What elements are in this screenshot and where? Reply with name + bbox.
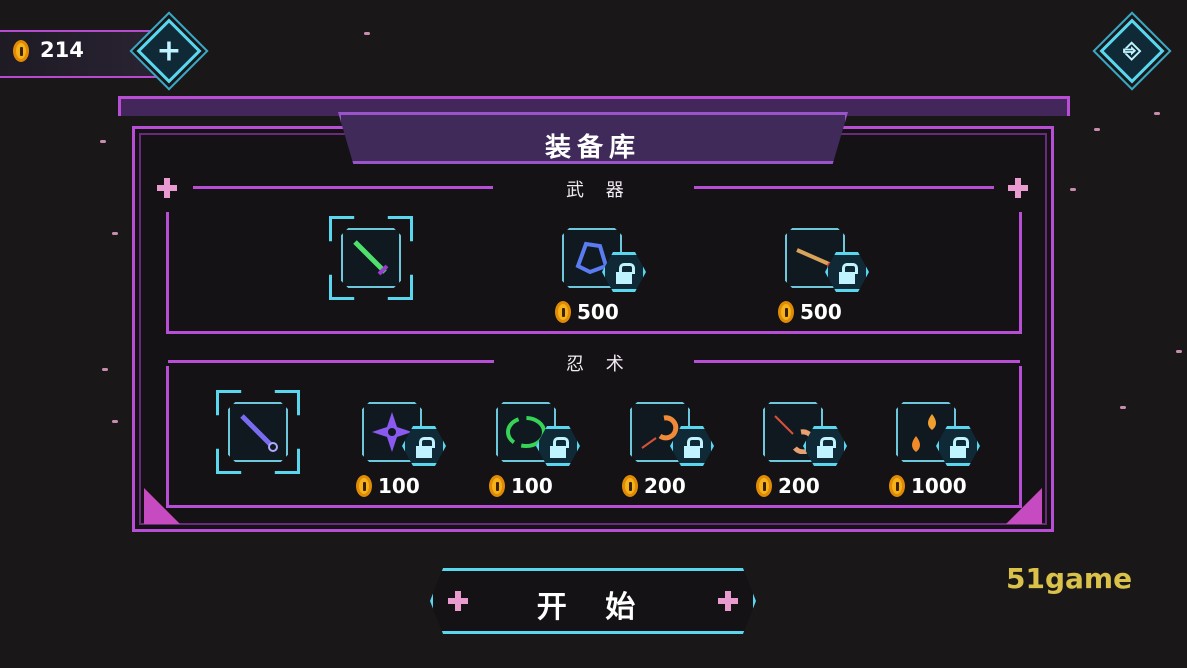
plus-icon: + [156,33,182,69]
price-tag: 200 [622,474,686,498]
coin-icon [489,475,505,497]
weapon-slot-gauntlet[interactable] [556,222,646,294]
green-katana-icon [353,240,389,276]
section-divider [694,186,994,189]
title-plate: 装备库 [338,112,848,164]
petal-decoration [102,368,108,371]
ninjutsu-slot-fire-swirl[interactable] [624,396,714,468]
start-button-label: 开 始 [536,590,650,625]
ninjutsu-slot-ring[interactable] [490,396,580,468]
price-tag: 500 [555,300,619,324]
panel-title: 装备库 [544,133,641,163]
ninjutsu-slot-shuriken[interactable] [356,396,446,468]
section-divider [694,360,1020,363]
kunai-icon [240,414,278,452]
coin-icon [889,475,905,497]
section-divider [168,360,494,363]
weapon-slot-katana[interactable] [335,222,407,294]
flower-icon [1008,178,1028,198]
coin-icon [756,475,772,497]
start-button[interactable]: 开 始 [430,568,756,634]
price-tag: 200 [756,474,820,498]
weapon-slot-spear[interactable] [779,222,869,294]
price-tag: 100 [356,474,420,498]
petal-decoration [1154,112,1160,115]
coin-icon [13,40,29,62]
ninjutsu-slot-fire-slash[interactable] [757,396,847,468]
petal-decoration [1120,406,1126,409]
petal-decoration [1176,350,1182,353]
petal-decoration [1094,128,1100,131]
petal-decoration [1070,188,1076,191]
price-tag: 100 [489,474,553,498]
price-tag: 500 [778,300,842,324]
petal-decoration [364,32,370,35]
coin-icon [778,301,794,323]
coin-icon [356,475,372,497]
weapons-section-label: 武 器 [566,180,632,201]
coin-icon [555,301,571,323]
petal-decoration [100,140,106,143]
exit-door-icon: ⎆ [1123,38,1141,64]
section-divider [193,186,493,189]
exit-button[interactable]: ⎆ [1099,18,1165,84]
coin-balance: 214 [40,38,84,62]
watermark: 51game [1006,562,1133,595]
ninjutsu-slot-flame-drops[interactable] [890,396,980,468]
coin-icon [622,475,638,497]
flower-icon [157,178,177,198]
ninjutsu-slot-kunai[interactable] [222,396,294,468]
price-tag: 1000 [889,474,967,498]
